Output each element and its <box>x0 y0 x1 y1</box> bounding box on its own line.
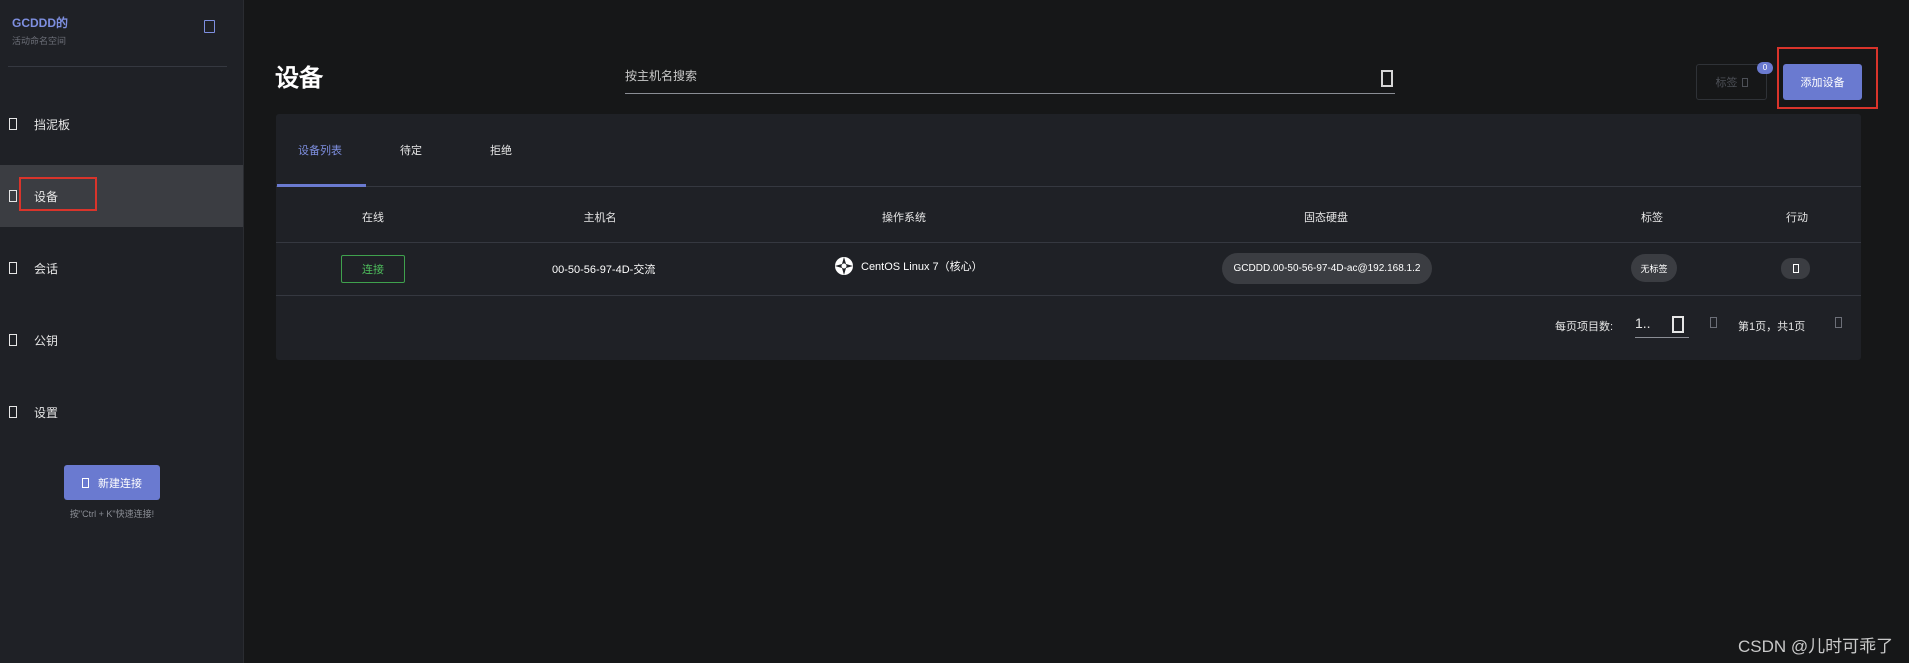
pagination: 每页项目数: 1.. 第1页，共1页 <box>276 297 1861 360</box>
devices-icon <box>9 190 17 202</box>
column-tags: 标签 <box>1641 212 1663 224</box>
tag-icon <box>1741 77 1748 87</box>
new-connection-button[interactable]: 新建连接 <box>64 465 160 500</box>
search-input[interactable] <box>625 62 1365 90</box>
annotation-highlight-devices <box>19 177 97 211</box>
sidebar-item-label: 挡泥板 <box>34 117 71 132</box>
search-bar <box>625 62 1395 94</box>
column-actions: 行动 <box>1786 212 1808 224</box>
settings-icon <box>9 406 17 418</box>
column-os: 操作系统 <box>882 212 926 224</box>
sidebar: GCDDD的 活动命名空间 挡泥板 设备 会话 公钥 设置 新建连接 按"Ctr… <box>0 0 244 663</box>
sidebar-item-label: 设置 <box>34 405 59 420</box>
tag-count-badge: 0 <box>1757 62 1773 74</box>
devices-panel: 设备列表 待定 拒绝 在线 主机名 操作系统 固态硬盘 标签 行动 连接 00-… <box>276 114 1861 360</box>
namespace-selector[interactable]: GCDDD的 活动命名空间 <box>12 14 68 47</box>
sidebar-item-settings[interactable]: 设置 <box>0 381 243 443</box>
ssh-address-chip[interactable]: GCDDD.00-50-56-97-4D-ac@192.168.1.2 <box>1222 253 1432 284</box>
sidebar-item-dashboard[interactable]: 挡泥板 <box>0 93 243 155</box>
items-per-page-label: 每页项目数: <box>1555 321 1614 333</box>
tab-pending[interactable]: 待定 <box>400 142 422 158</box>
page-title: 设备 <box>275 65 323 92</box>
sidebar-item-public-keys[interactable]: 公钥 <box>0 309 243 371</box>
hostname-cell: 00-50-56-97-4D-交流 <box>552 264 656 276</box>
os-cell: CentOS Linux 7（核心） <box>834 256 983 276</box>
search-icon[interactable] <box>1381 70 1393 87</box>
device-actions-button[interactable] <box>1781 258 1810 279</box>
collapse-sidebar-icon[interactable] <box>204 20 215 33</box>
namespace-subtitle: 活动命名空间 <box>12 36 67 46</box>
column-hostname: 主机名 <box>583 212 617 224</box>
items-per-page-value: 1.. <box>1635 315 1651 331</box>
watermark: CSDN @儿时可乖了 <box>1738 637 1894 656</box>
annotation-highlight-add-device <box>1777 47 1878 109</box>
table-row: 连接 00-50-56-97-4D-交流 CentOS Linux 7（核心） … <box>276 244 1861 296</box>
sessions-icon <box>9 262 17 274</box>
tab-device-list[interactable]: 设备列表 <box>298 142 342 158</box>
previous-page-icon[interactable] <box>1710 317 1717 328</box>
tags-button-label: 标签 <box>1715 77 1738 89</box>
terminal-icon <box>82 477 89 488</box>
table-header: 在线 主机名 操作系统 固态硬盘 标签 行动 <box>276 188 1861 243</box>
page-info: 第1页，共1页 <box>1738 321 1806 333</box>
tab-rejected[interactable]: 拒绝 <box>490 142 512 158</box>
sidebar-item-label: 公钥 <box>34 333 59 348</box>
centos-icon <box>835 257 853 275</box>
device-tabs: 设备列表 待定 拒绝 <box>276 114 1861 187</box>
next-page-icon[interactable] <box>1835 317 1842 328</box>
new-connection-hint: 按"Ctrl + K"快速连接! <box>69 509 155 519</box>
dropdown-icon <box>1672 316 1684 333</box>
sidebar-divider <box>8 66 227 67</box>
namespace-name: GCDDD的 <box>12 16 68 30</box>
public-key-icon <box>9 334 17 346</box>
connect-button[interactable]: 连接 <box>341 255 405 283</box>
column-ssh: 固态硬盘 <box>1304 212 1348 224</box>
dashboard-icon <box>9 118 17 130</box>
column-online: 在线 <box>362 212 384 224</box>
active-tab-indicator <box>277 184 366 187</box>
more-actions-icon <box>1792 264 1799 273</box>
tag-chip[interactable]: 无标签 <box>1631 254 1677 282</box>
sidebar-item-sessions[interactable]: 会话 <box>0 237 243 299</box>
items-per-page-select[interactable]: 1.. <box>1635 310 1689 338</box>
new-connection-label: 新建连接 <box>98 477 142 490</box>
os-name: CentOS Linux 7（核心） <box>861 261 983 273</box>
sidebar-item-label: 会话 <box>34 261 59 276</box>
